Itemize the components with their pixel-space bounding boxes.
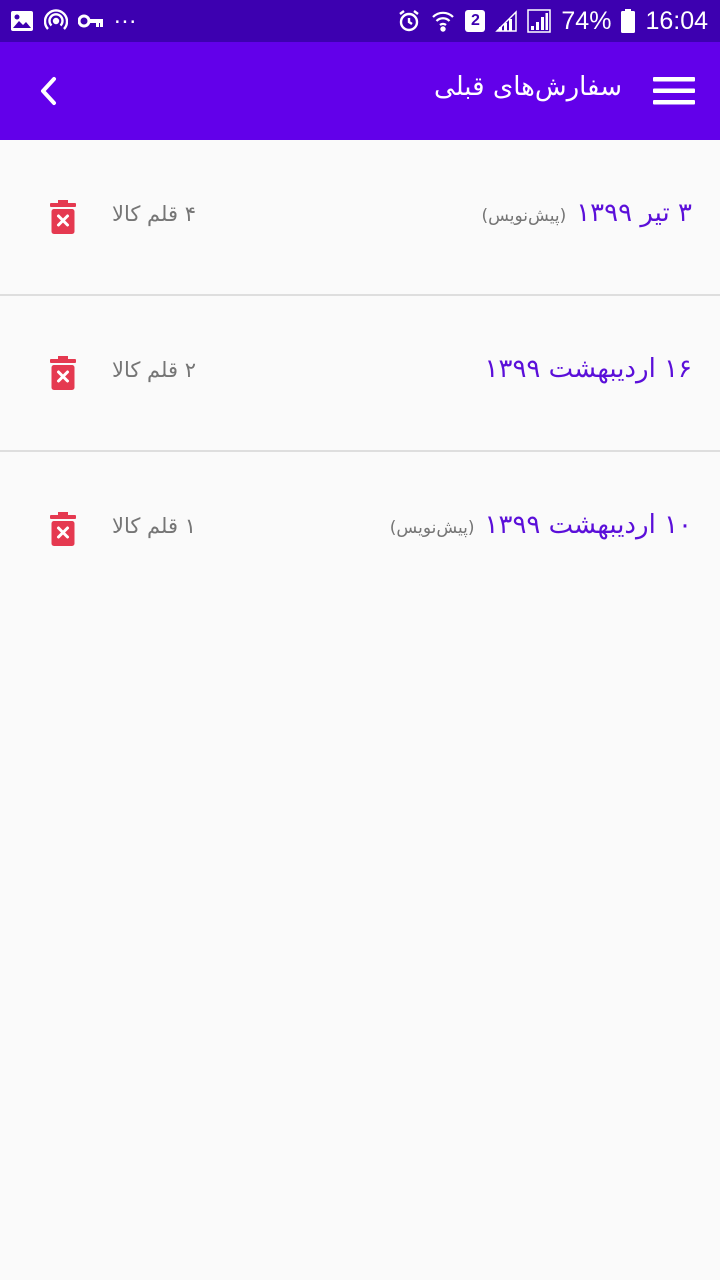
chevron-left-icon <box>36 76 62 106</box>
battery-percent: 74% <box>561 6 612 35</box>
order-row[interactable]: ۱۰ اردیبهشت ۱۳۹۹ (پیش‌نویس) ۱ قلم کالا <box>0 452 720 608</box>
hamburger-menu-icon <box>653 76 695 106</box>
item-count: ۱ قلم کالا <box>112 514 196 538</box>
hotspot-icon <box>44 9 68 33</box>
order-list: ۳ تیر ۱۳۹۹ (پیش‌نویس) ۴ قلم کالا ۱۶ اردی… <box>0 140 720 608</box>
alarm-icon <box>397 9 421 33</box>
item-count: ۴ قلم کالا <box>112 202 196 226</box>
order-date: ۱۶ اردیبهشت ۱۳۹۹ <box>484 354 692 384</box>
image-icon <box>10 10 34 32</box>
signal-icon <box>495 10 518 32</box>
vpn-key-icon <box>78 13 104 29</box>
order-info: ۱۶ اردیبهشت ۱۳۹۹ <box>475 354 692 384</box>
trash-icon <box>50 512 76 546</box>
back-button[interactable] <box>24 66 74 116</box>
sim-2-label: 2 <box>470 12 480 29</box>
delete-button[interactable] <box>44 352 82 394</box>
trash-icon <box>50 200 76 234</box>
delete-button[interactable] <box>44 196 82 238</box>
item-count: ۲ قلم کالا <box>112 358 196 382</box>
wifi-icon <box>431 9 455 33</box>
order-row[interactable]: ۱۶ اردیبهشت ۱۳۹۹ ۲ قلم کالا <box>0 296 720 452</box>
draft-label: (پیش‌نویس) <box>389 518 475 538</box>
battery-icon <box>621 9 636 33</box>
sim-2-badge: 2 <box>465 10 486 32</box>
trash-icon <box>50 356 76 390</box>
order-date: ۳ تیر ۱۳۹۹ <box>576 198 692 228</box>
clock: 16:04 <box>645 6 708 35</box>
notification-overflow: ... <box>114 2 138 29</box>
status-bar: ... 2 74% 16:04 <box>0 0 720 42</box>
order-info: ۳ تیر ۱۳۹۹ (پیش‌نویس) <box>481 198 692 228</box>
signal-icon-2 <box>527 9 552 33</box>
order-info: ۱۰ اردیبهشت ۱۳۹۹ (پیش‌نویس) <box>390 510 692 540</box>
menu-button[interactable] <box>650 68 698 114</box>
draft-label: (پیش‌نویس) <box>481 206 567 226</box>
status-bar-left: ... <box>10 2 137 33</box>
order-row[interactable]: ۳ تیر ۱۳۹۹ (پیش‌نویس) ۴ قلم کالا <box>0 140 720 296</box>
order-date: ۱۰ اردیبهشت ۱۳۹۹ <box>484 510 692 540</box>
status-bar-right: 2 74% 16:04 <box>397 7 708 36</box>
delete-button[interactable] <box>44 508 82 550</box>
page-title: سفارش‌های قبلی <box>434 72 622 102</box>
app-bar: سفارش‌های قبلی <box>0 42 720 140</box>
